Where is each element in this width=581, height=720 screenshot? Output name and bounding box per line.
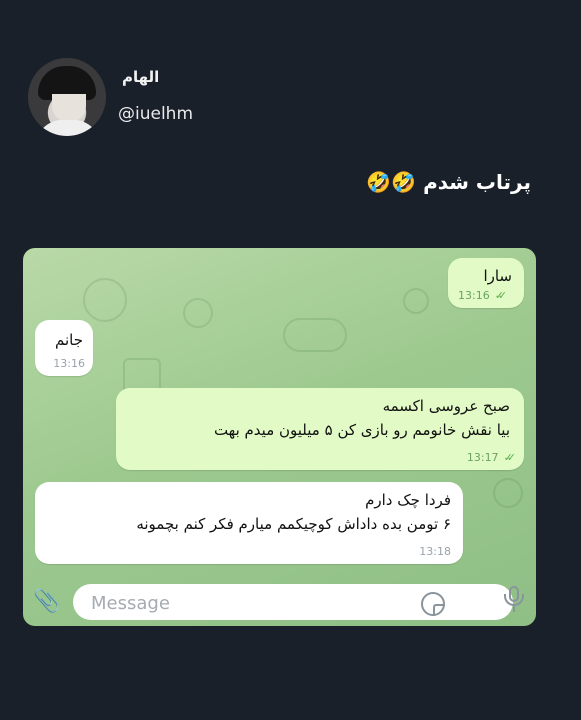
profile-avatar[interactable] bbox=[28, 58, 106, 136]
wallpaper-doodle bbox=[493, 478, 523, 508]
message-bubble[interactable]: صبح عروسی اکسمه بیا نقش خانومم رو بازی ک… bbox=[116, 388, 524, 470]
message-text: فردا چک دارم bbox=[365, 491, 451, 509]
message-input-bar: 📎 bbox=[23, 580, 536, 626]
message-input[interactable] bbox=[89, 590, 423, 616]
wallpaper-doodle bbox=[83, 278, 127, 322]
post-text: پرتاب شدم 🤣🤣 bbox=[366, 170, 531, 194]
message-meta: 13:16 bbox=[53, 357, 85, 370]
wallpaper-doodle bbox=[403, 288, 429, 314]
read-ticks-icon: ✓✓ bbox=[503, 451, 517, 464]
message-text: ۶ تومن بده داداش کوچیکمم میارم فکر کنم ب… bbox=[136, 515, 451, 533]
read-ticks-icon: ✓✓ bbox=[494, 289, 508, 302]
message-text: صبح عروسی اکسمه bbox=[382, 397, 510, 415]
message-bubble[interactable]: سارا 13:16 ✓✓ bbox=[448, 258, 524, 308]
message-time: 13:17 bbox=[466, 451, 499, 464]
message-meta: 13:17 ✓✓ bbox=[466, 451, 517, 464]
message-time: 13:18 bbox=[419, 545, 451, 558]
message-time: 13:16 bbox=[53, 357, 85, 370]
message-time: 13:16 bbox=[458, 289, 490, 302]
message-meta: 13:16 ✓✓ bbox=[458, 289, 508, 302]
message-bubble[interactable]: جانم 13:16 bbox=[35, 320, 93, 376]
microphone-icon[interactable] bbox=[502, 586, 526, 614]
message-text: جانم bbox=[54, 331, 83, 349]
wallpaper-doodle bbox=[183, 298, 213, 328]
sticker-icon[interactable] bbox=[421, 592, 445, 616]
avatar-shirt bbox=[36, 120, 100, 136]
message-field bbox=[73, 584, 513, 620]
avatar-face bbox=[52, 94, 86, 122]
user-handle[interactable]: @iuelhm bbox=[118, 104, 193, 124]
message-bubble[interactable]: فردا چک دارم ۶ تومن بده داداش کوچیکمم می… bbox=[35, 482, 463, 564]
message-text: بیا نقش خانومم رو بازی کن ۵ میلیون میدم … bbox=[213, 421, 510, 439]
chat-screenshot: سارا 13:16 ✓✓ جانم 13:16 صبح عروسی اکسمه… bbox=[23, 248, 536, 626]
message-meta: 13:18 bbox=[419, 545, 451, 558]
display-name: الهام bbox=[122, 68, 160, 86]
paperclip-icon[interactable]: 📎 bbox=[33, 588, 61, 616]
message-text: سارا bbox=[483, 267, 512, 285]
wallpaper-doodle bbox=[283, 318, 347, 352]
